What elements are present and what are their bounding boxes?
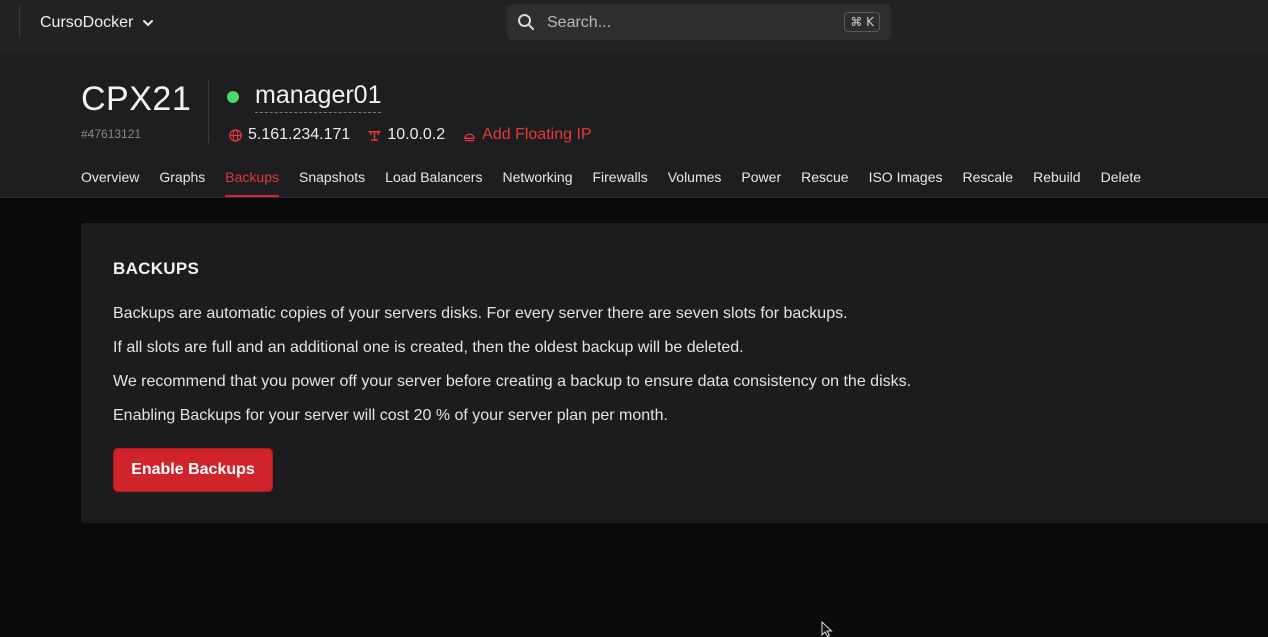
- server-id: #47613121: [81, 127, 142, 141]
- topbar-divider: [19, 4, 20, 38]
- public-ip[interactable]: 5.161.234.171: [229, 126, 350, 144]
- public-ip-value: 5.161.234.171: [248, 126, 351, 143]
- tab-rebuild[interactable]: Rebuild: [1033, 166, 1080, 197]
- backups-title: BACKUPS: [113, 259, 200, 278]
- add-floating-ip-link[interactable]: Add Floating IP: [463, 126, 592, 144]
- enable-backups-button[interactable]: Enable Backups: [113, 448, 273, 492]
- tab-delete[interactable]: Delete: [1101, 166, 1141, 197]
- search-shortcut-hint: ⌘ K: [844, 12, 880, 32]
- server-name[interactable]: manager01: [255, 81, 382, 113]
- search-icon: [518, 14, 534, 30]
- backups-paragraph: Backups are automatic copies of your ser…: [113, 305, 848, 322]
- globe-icon: [229, 128, 242, 142]
- backups-paragraph: Enabling Backups for your server will co…: [113, 407, 668, 424]
- tab-rescue[interactable]: Rescue: [801, 166, 848, 197]
- mouse-cursor-icon: [821, 621, 833, 637]
- floating-ip-icon: [464, 132, 476, 141]
- top-bar: CursoDocker ⌘ K: [0, 0, 1268, 54]
- project-name: CursoDocker: [40, 14, 134, 31]
- tab-load-balancers[interactable]: Load Balancers: [385, 166, 482, 197]
- ip-row: 5.161.234.171 10.0.0.2 Add Floating IP: [229, 124, 610, 146]
- status-indicator: [227, 91, 239, 103]
- server-plan: CPX21: [81, 80, 192, 118]
- private-ip[interactable]: 10.0.0.2: [368, 126, 445, 144]
- tab-firewalls[interactable]: Firewalls: [592, 166, 647, 197]
- tab-iso-images[interactable]: ISO Images: [869, 166, 943, 197]
- tab-power[interactable]: Power: [741, 166, 781, 197]
- search-bar[interactable]: ⌘ K: [507, 4, 891, 40]
- search-input[interactable]: [545, 10, 829, 36]
- server-header: CPX21 #47613121 manager01 5.161.234.171 …: [0, 54, 1268, 198]
- tab-networking[interactable]: Networking: [502, 166, 572, 197]
- add-floating-ip-label: Add Floating IP: [482, 126, 592, 143]
- tab-graphs[interactable]: Graphs: [159, 166, 205, 197]
- backups-card: BACKUPS Backups are automatic copies of …: [81, 223, 1268, 523]
- header-divider: [208, 80, 209, 143]
- tab-backups[interactable]: Backups: [225, 166, 279, 197]
- server-tabs: Overview Graphs Backups Snapshots Load Balan…: [81, 166, 1141, 197]
- backups-paragraph: We recommend that you power off your ser…: [113, 373, 912, 390]
- network-icon: [368, 130, 382, 141]
- tab-overview[interactable]: Overview: [81, 166, 139, 197]
- project-selector[interactable]: CursoDocker: [40, 12, 155, 34]
- backups-paragraph: If all slots are full and an additional …: [113, 339, 744, 356]
- tab-snapshots[interactable]: Snapshots: [299, 166, 365, 197]
- tab-volumes[interactable]: Volumes: [668, 166, 722, 197]
- tab-rescale[interactable]: Rescale: [963, 166, 1014, 197]
- chevron-down-icon: [143, 20, 154, 27]
- private-ip-value: 10.0.0.2: [387, 126, 446, 143]
